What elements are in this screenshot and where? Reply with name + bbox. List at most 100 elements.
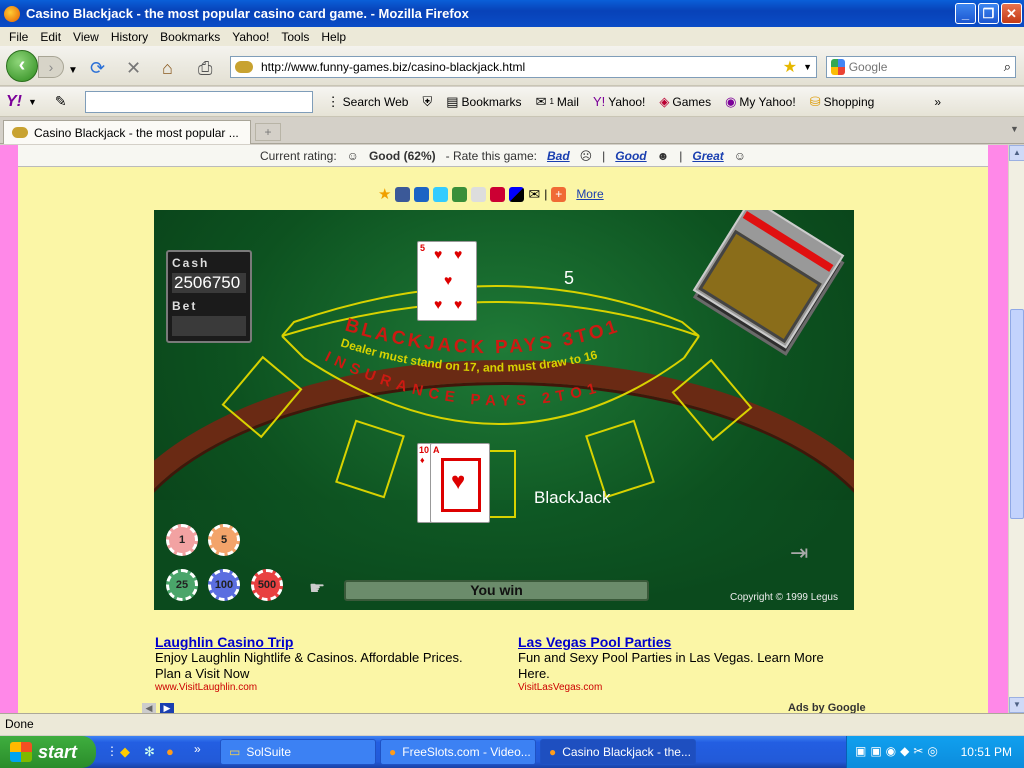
my-yahoo-button[interactable]: ◉ My Yahoo! — [725, 94, 796, 110]
chip-25[interactable]: 25 — [166, 569, 198, 601]
ad-url-1[interactable]: www.VisitLaughlin.com — [155, 682, 485, 693]
bookmark-star-icon[interactable]: ★ — [783, 57, 797, 77]
menu-yahoo[interactable]: Yahoo! — [226, 30, 275, 44]
snowflake-icon[interactable]: ✻ — [144, 744, 155, 760]
menu-edit[interactable]: Edit — [34, 30, 67, 44]
game-copyright: Copyright © 1999 Legus — [730, 592, 838, 603]
smiley-icon: ☺ — [346, 148, 359, 163]
ad-url-2[interactable]: VisitLasVegas.com — [518, 682, 848, 693]
ads-by-google[interactable]: Ads by Google — [788, 702, 866, 713]
url-dropdown-icon[interactable]: ▼ — [803, 62, 812, 72]
stumbleupon-icon[interactable] — [452, 186, 468, 202]
chip-5[interactable]: 5 — [208, 524, 240, 556]
tray-icons[interactable]: ▣▣◉◆✂◎ — [855, 744, 942, 758]
player-card-2: A ♥ — [430, 443, 490, 523]
games-icon: ◈ — [659, 93, 670, 109]
scroll-thumb[interactable] — [1010, 309, 1024, 519]
address-bar[interactable]: http://www.funny-games.biz/casino-blackj… — [230, 56, 817, 78]
url-text: http://www.funny-games.biz/casino-blackj… — [261, 60, 526, 74]
shield-button[interactable]: ⛨ — [422, 94, 432, 110]
ad-title-2[interactable]: Las Vegas Pool Parties — [518, 634, 848, 650]
menu-history[interactable]: History — [105, 30, 154, 44]
menu-file[interactable]: File — [3, 30, 34, 44]
sad-face-icon: ☹ — [579, 148, 593, 163]
rate-good-link[interactable]: Good — [615, 149, 646, 163]
yahoo-button[interactable]: Y! Yahoo! — [593, 94, 645, 109]
new-tab-button[interactable]: + — [255, 123, 281, 141]
scroll-up-icon[interactable]: ▲ — [1009, 145, 1024, 161]
search-input[interactable] — [848, 60, 1004, 74]
stop-icon[interactable]: ✕ — [126, 59, 141, 77]
task-casino-blackjack[interactable]: ● Casino Blackjack - the... — [540, 739, 696, 765]
rate-bad-link[interactable]: Bad — [547, 149, 570, 163]
bookmarks-button[interactable]: ▤ Bookmarks — [446, 94, 521, 110]
pencil-icon[interactable]: ✎ — [55, 93, 67, 110]
menu-view[interactable]: View — [67, 30, 105, 44]
home-icon[interactable]: ⌂ — [162, 59, 173, 77]
print-icon[interactable]: ⎙ — [198, 59, 212, 77]
chip-500[interactable]: 500 — [251, 569, 283, 601]
email-icon[interactable]: ✉ — [528, 186, 540, 203]
chip-1[interactable]: 1 — [166, 524, 198, 556]
games-button[interactable]: ◈ Games — [659, 94, 711, 110]
menu-tools[interactable]: Tools — [275, 30, 315, 44]
start-button[interactable]: start — [0, 736, 96, 768]
myspace-icon[interactable] — [414, 186, 430, 202]
clock: 10:51 PM — [960, 745, 1012, 759]
ad-next-icon[interactable]: ▶ — [160, 703, 174, 713]
mail-button[interactable]: ✉ 1 Mail — [536, 94, 579, 110]
search-web-button[interactable]: ⋮ Search Web — [327, 94, 409, 110]
forward-button[interactable]: › — [38, 56, 64, 78]
close-button[interactable]: ✕ — [1001, 3, 1022, 24]
system-tray: ▣▣◉◆✂◎ 10:51 PM — [846, 736, 1024, 768]
mixx-icon[interactable] — [490, 186, 506, 202]
search-box[interactable]: ⌕ — [826, 56, 1016, 78]
cash-label: Cash — [172, 256, 210, 270]
quicklaunch-more-icon[interactable]: » — [194, 742, 201, 756]
dealer-card: 5 ♥ ♥ ♥ ♥ ♥ — [417, 241, 477, 321]
shopping-button[interactable]: ⛁ Shopping — [810, 94, 875, 110]
blackjack-game[interactable]: BLACKJACK PAYS 3TO1 Dealer must stand on… — [154, 210, 854, 610]
add-more-icon[interactable]: + — [551, 186, 567, 202]
aim-icon[interactable]: ◆ — [120, 744, 130, 760]
status-bar: Done — [0, 713, 1024, 735]
tab-casino-blackjack[interactable]: Casino Blackjack - the most popular ... — [3, 120, 251, 144]
chip-100[interactable]: 100 — [208, 569, 240, 601]
yahoo-logo[interactable]: Y! — [6, 93, 22, 111]
minimize-button[interactable]: _ — [955, 3, 976, 24]
ad-block-2: Las Vegas Pool Parties Fun and Sexy Pool… — [518, 634, 848, 693]
windows-logo-icon — [10, 742, 32, 762]
facebook-icon[interactable] — [395, 186, 411, 202]
maximize-button[interactable]: ❐ — [978, 3, 999, 24]
scroll-down-icon[interactable]: ▼ — [1009, 697, 1024, 713]
menu-help[interactable]: Help — [315, 30, 352, 44]
vertical-scrollbar[interactable]: ▲ ▼ — [1008, 145, 1024, 713]
chevron-more-icon[interactable]: » — [934, 95, 941, 109]
menu-bookmarks[interactable]: Bookmarks — [154, 30, 226, 44]
rating-bar: Current rating: ☺ Good (62%) - Rate this… — [18, 145, 988, 167]
search-icon[interactable]: ⌕ — [1004, 59, 1011, 75]
yahoo-icon: Y! — [592, 94, 606, 109]
delicious-icon[interactable] — [509, 186, 525, 202]
reddit-icon[interactable] — [471, 186, 487, 202]
yahoo-search-input[interactable] — [84, 90, 313, 113]
favorite-star-icon[interactable]: ★ — [378, 185, 391, 203]
ad-title-1[interactable]: Laughlin Casino Trip — [155, 634, 485, 650]
google-icon[interactable] — [831, 59, 845, 75]
tab-list-icon[interactable]: ▼ — [1010, 124, 1019, 134]
back-button[interactable]: ‹ — [6, 50, 38, 82]
history-dropdown-icon[interactable]: ▼ — [68, 62, 78, 80]
firefox-quicklaunch-icon[interactable]: ● — [166, 744, 174, 759]
share-more-link[interactable]: More — [576, 187, 603, 201]
cash-value: 2506750 — [172, 273, 246, 293]
reload-icon[interactable]: ⟳ — [90, 59, 105, 77]
navigation-toolbar: › ‹ ▼ ⟳ ✕ ⌂ ⎙ http://www.funny-games.biz… — [0, 46, 1024, 86]
rate-great-link[interactable]: Great — [692, 149, 723, 163]
folder-icon: ▭ — [229, 745, 241, 759]
twitter-icon[interactable] — [433, 186, 449, 202]
yahoo-dropdown-icon[interactable]: ▼ — [28, 97, 37, 107]
task-solsuite[interactable]: ▭ SolSuite — [220, 739, 376, 765]
task-freeslots[interactable]: ● FreeSlots.com - Video... — [380, 739, 536, 765]
ad-prev-icon[interactable]: ◀ — [142, 703, 156, 713]
exit-icon[interactable]: ⇥ — [790, 540, 808, 566]
